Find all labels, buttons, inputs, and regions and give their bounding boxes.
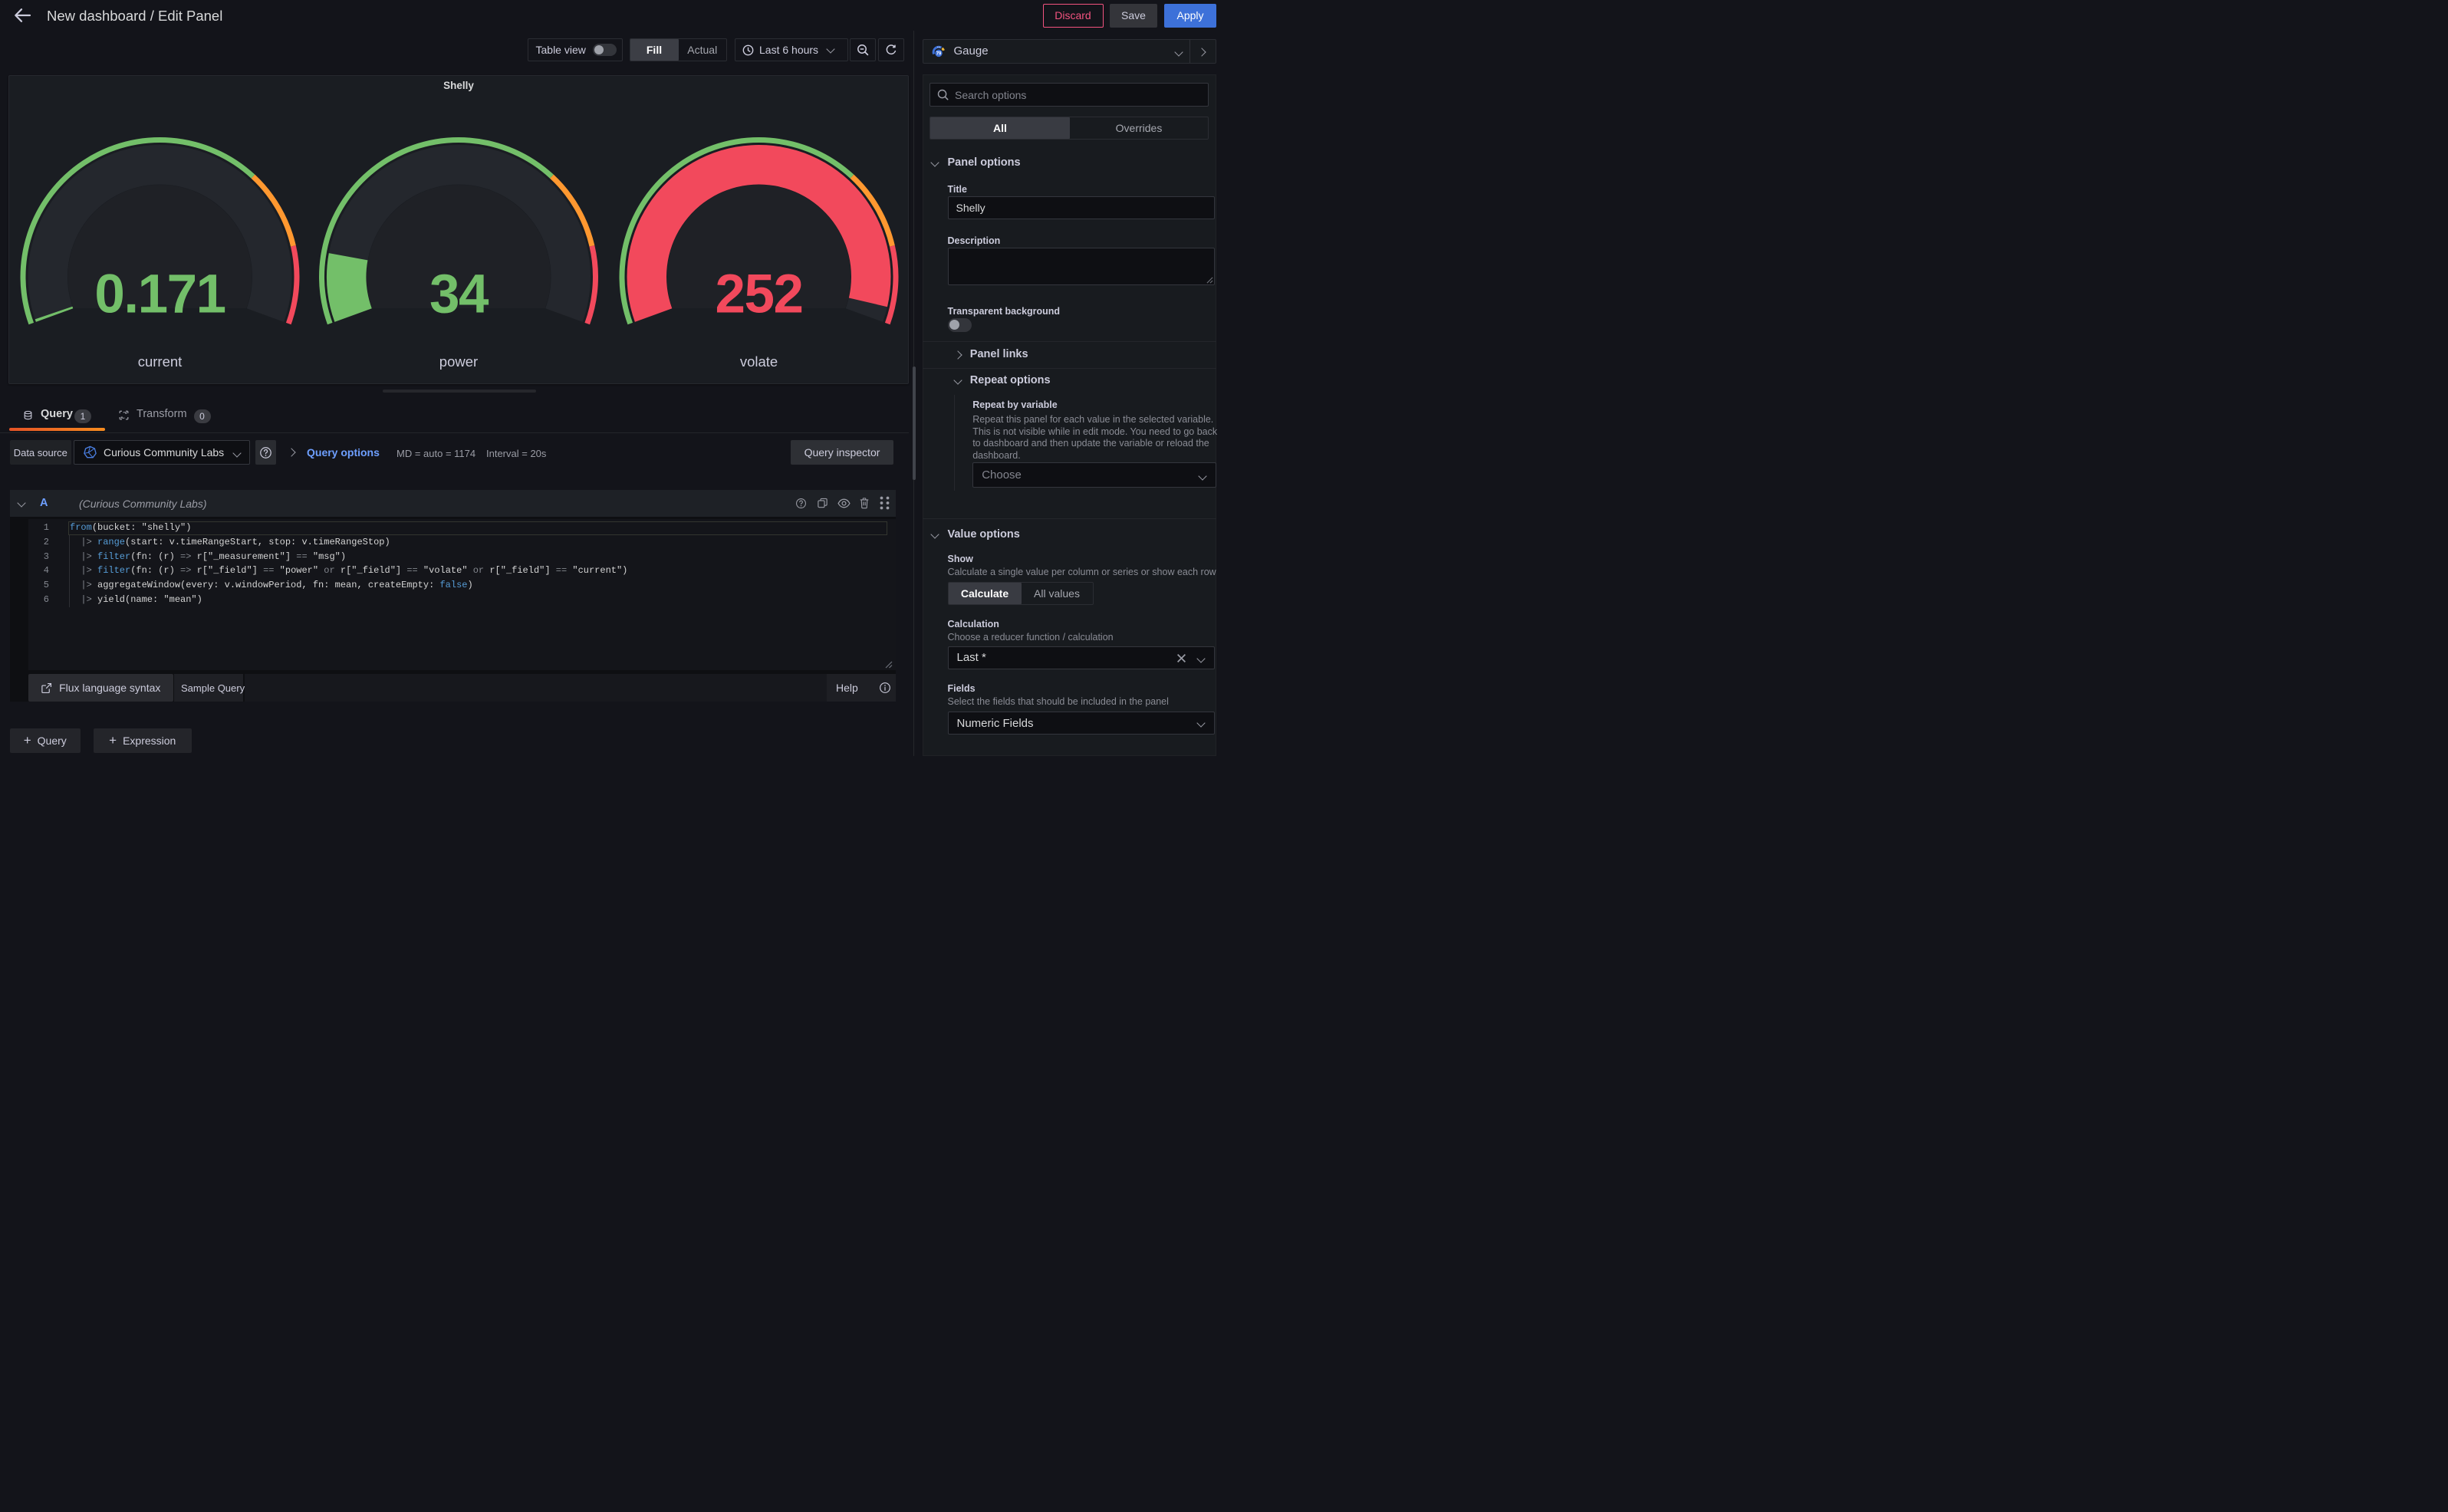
- svg-text:79: 79: [936, 51, 941, 56]
